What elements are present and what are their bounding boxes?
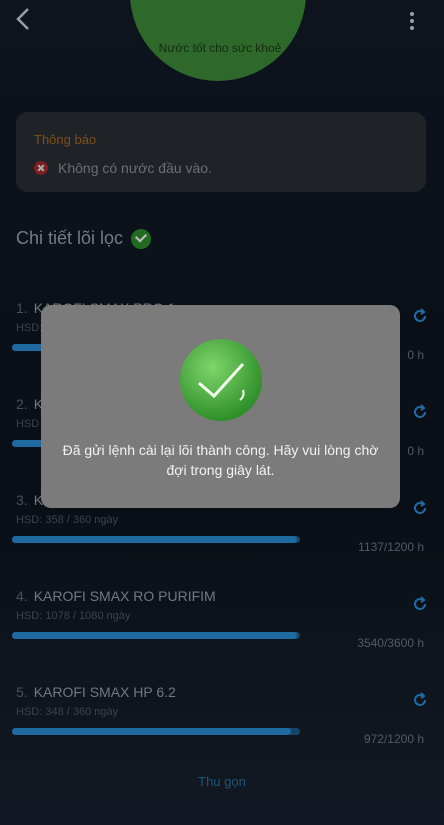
success-toast: Đã gửi lệnh cài lại lõi thành công. Hãy … xyxy=(41,305,400,508)
toast-message: Đã gửi lệnh cài lại lõi thành công. Hãy … xyxy=(62,442,379,478)
success-check-icon xyxy=(180,339,262,421)
